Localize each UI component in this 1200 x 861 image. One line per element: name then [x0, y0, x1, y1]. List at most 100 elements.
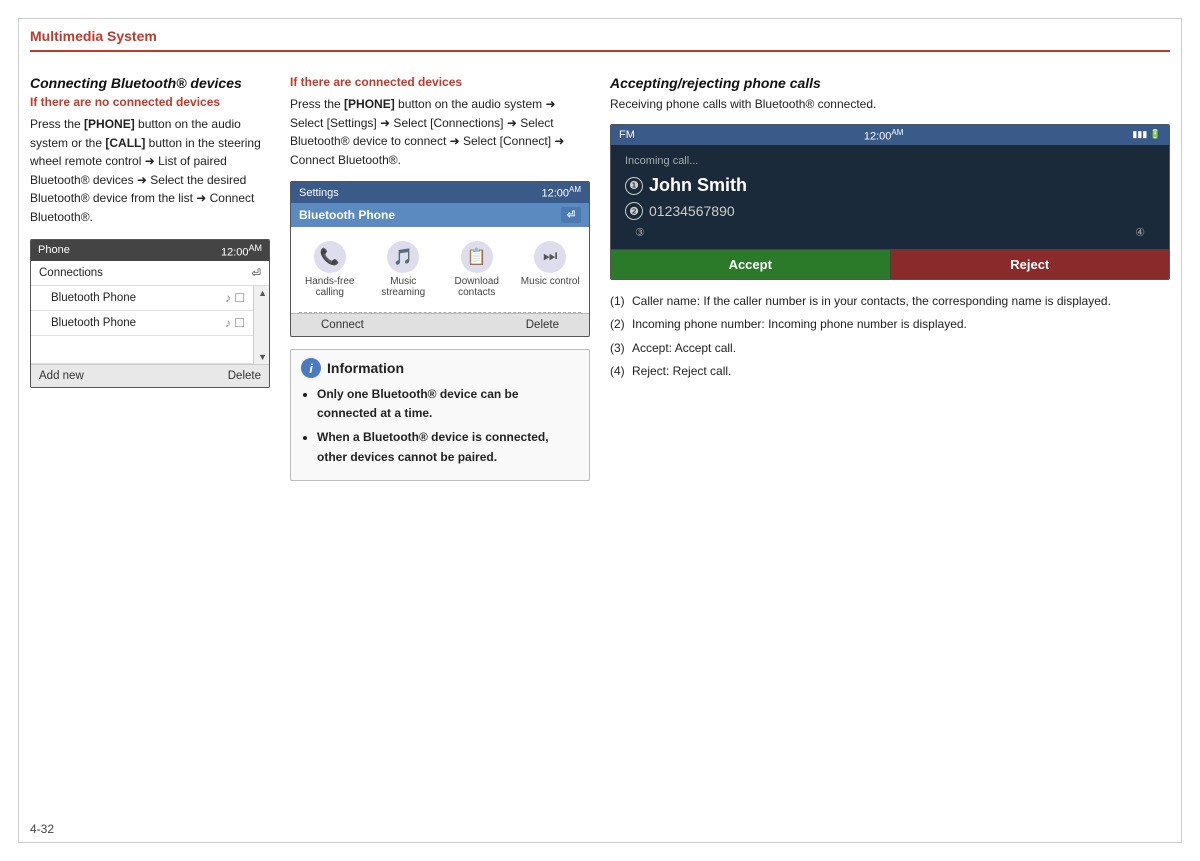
phone-label: Phone	[38, 244, 70, 256]
info-bullet-list: Only one Bluetooth® device can be connec…	[301, 385, 579, 467]
settings-ui-mockup: Settings 12:00AM Bluetooth Phone ⏎ 📞 Han…	[290, 181, 590, 337]
music-streaming-icon: 🎵	[387, 241, 419, 273]
phone-number-row: ❷ 01234567890	[625, 202, 1155, 220]
settings-time: 12:00AM	[541, 185, 581, 200]
info-title: Information	[327, 360, 404, 376]
right-column: Accepting/rejecting phone calls Receivin…	[610, 75, 1170, 821]
reject-button[interactable]: Reject	[891, 250, 1170, 279]
info-icon: i	[301, 358, 321, 378]
settings-title-bar: Bluetooth Phone ⏎	[291, 203, 589, 227]
download-contacts-icon: 📋	[461, 241, 493, 273]
music-control-icon-box[interactable]: ⏭ Music control	[516, 235, 586, 304]
call-action-buttons: Accept Reject	[611, 249, 1169, 279]
hands-free-label: Hands-free calling	[297, 276, 363, 298]
delete-label[interactable]: Delete	[228, 370, 261, 382]
main-content: Connecting Bluetooth® devices If there a…	[30, 75, 1170, 821]
call-ui-header: FM 12:00AM ▮▮▮ 🔋	[611, 125, 1169, 146]
music-control-icon: ⏭	[534, 241, 566, 273]
settings-back-button[interactable]: ⏎	[561, 207, 581, 223]
accept-num-badge: ③	[635, 226, 645, 239]
phone-time: 12:00AM	[221, 243, 262, 259]
caller-number: 01234567890	[649, 203, 735, 219]
page-border-right	[1181, 18, 1182, 843]
middle-body-text: Press the [PHONE] button on the audio sy…	[290, 95, 590, 169]
desc-item-1: (1) Caller name: If the caller number is…	[610, 292, 1170, 311]
bluetooth-phone-label-1: Bluetooth Phone	[51, 292, 136, 304]
phone-item-icons-2: ♪ ☐	[225, 316, 245, 330]
header-title: Multimedia System	[30, 28, 157, 44]
desc-item-4: (4) Reject: Reject call.	[610, 362, 1170, 381]
left-section-heading: Connecting Bluetooth® devices	[30, 75, 270, 91]
page-border-left	[18, 18, 19, 843]
phone-ui-bottom: Add new Delete	[31, 364, 269, 387]
fm-label: FM	[619, 129, 635, 141]
reject-num-badge: ④	[1135, 226, 1145, 239]
bluetooth-phone-label-2: Bluetooth Phone	[51, 317, 136, 329]
desc-item-3: (3) Accept: Accept call.	[610, 339, 1170, 358]
call-descriptions: (1) Caller name: If the caller number is…	[610, 292, 1170, 381]
right-body-intro: Receiving phone calls with Bluetooth® co…	[610, 95, 1170, 114]
desc-text-4: Reject: Reject call.	[632, 362, 731, 381]
page-header: Multimedia System	[30, 28, 1170, 52]
left-body-text: Press the [PHONE] button on the audio sy…	[30, 115, 270, 227]
desc-text-3: Accept: Accept call.	[632, 339, 736, 358]
settings-label: Settings	[299, 187, 339, 199]
left-column: Connecting Bluetooth® devices If there a…	[30, 75, 270, 821]
info-bullet-1: Only one Bluetooth® device can be connec…	[317, 385, 579, 423]
right-section-heading: Accepting/rejecting phone calls	[610, 75, 1170, 91]
hands-free-icon: 📞	[314, 241, 346, 273]
status-icons: ▮▮▮ 🔋	[1132, 129, 1161, 140]
desc-item-2: (2) Incoming phone number: Incoming phon…	[610, 315, 1170, 334]
desc-num-2: (2)	[610, 315, 632, 334]
hands-free-icon-box[interactable]: 📞 Hands-free calling	[295, 235, 365, 304]
desc-text-2: Incoming phone number: Incoming phone nu…	[632, 315, 967, 334]
scroll-up-icon[interactable]: ▲	[258, 288, 267, 298]
phone-scroll: ▲ ▼	[253, 286, 269, 364]
caller-name: John Smith	[649, 175, 747, 196]
bluetooth-phone-item-1[interactable]: Bluetooth Phone ♪ ☐	[31, 286, 253, 311]
phone-items-row: Bluetooth Phone ♪ ☐ Bluetooth Phone ♪ ☐ …	[31, 286, 269, 364]
caller-num-badge-1: ❶	[625, 177, 643, 195]
desc-text-1: Caller name: If the caller number is in …	[632, 292, 1111, 311]
desc-num-1: (1)	[610, 292, 632, 311]
middle-column: If there are connected devices Press the…	[290, 75, 590, 821]
music-control-label: Music control	[521, 276, 580, 287]
incoming-call-status: Incoming call...	[625, 155, 1155, 167]
phone-ui-header: Phone 12:00AM	[31, 240, 269, 262]
connections-label: Connections	[39, 267, 103, 279]
desc-num-4: (4)	[610, 362, 632, 381]
bluetooth-phone-item-2[interactable]: Bluetooth Phone ♪ ☐	[31, 311, 253, 336]
music-streaming-icon-box[interactable]: 🎵 Music streaming	[369, 235, 439, 304]
download-contacts-icon-box[interactable]: 📋 Download contacts	[442, 235, 512, 304]
back-icon: ⏎	[251, 266, 261, 280]
phone-empty-item	[31, 336, 253, 364]
caller-name-row: ❶ John Smith	[625, 175, 1155, 196]
page-number: 4-32	[30, 822, 54, 836]
add-new-label[interactable]: Add new	[39, 370, 84, 382]
desc-num-3: (3)	[610, 339, 632, 358]
phone-ui-mockup: Phone 12:00AM Connections ⏎ Bluetooth Ph…	[30, 239, 270, 389]
settings-delete-label[interactable]: Delete	[526, 319, 559, 331]
connect-label[interactable]: Connect	[321, 319, 364, 331]
caller-num-badge-2: ❷	[625, 202, 643, 220]
phone-connections-row: Connections ⏎	[31, 261, 269, 286]
scroll-down-icon[interactable]: ▼	[258, 352, 267, 362]
download-contacts-label: Download contacts	[444, 276, 510, 298]
phone-item-icons-1: ♪ ☐	[225, 291, 245, 305]
middle-subheading: If there are connected devices	[290, 75, 590, 89]
page-border-top	[18, 18, 1182, 19]
call-time: 12:00AM	[864, 128, 904, 143]
call-ui-body: Incoming call... ❶ John Smith ❷ 01234567…	[611, 145, 1169, 249]
info-bullet-2: When a Bluetooth® device is connected, o…	[317, 428, 579, 466]
info-heading: i Information	[301, 358, 579, 378]
left-subheading: If there are no connected devices	[30, 95, 270, 109]
call-ui-mockup: FM 12:00AM ▮▮▮ 🔋 Incoming call... ❶ John…	[610, 124, 1170, 281]
settings-icons-grid: 📞 Hands-free calling 🎵 Music streaming 📋…	[291, 227, 589, 312]
settings-bt-phone-label: Bluetooth Phone	[299, 208, 395, 222]
music-streaming-label: Music streaming	[371, 276, 437, 298]
phone-items-list: Bluetooth Phone ♪ ☐ Bluetooth Phone ♪ ☐	[31, 286, 253, 364]
settings-bottom: Connect Delete	[291, 313, 589, 336]
accept-button[interactable]: Accept	[611, 250, 891, 279]
page-border-bottom	[18, 842, 1182, 843]
information-box: i Information Only one Bluetooth® device…	[290, 349, 590, 481]
